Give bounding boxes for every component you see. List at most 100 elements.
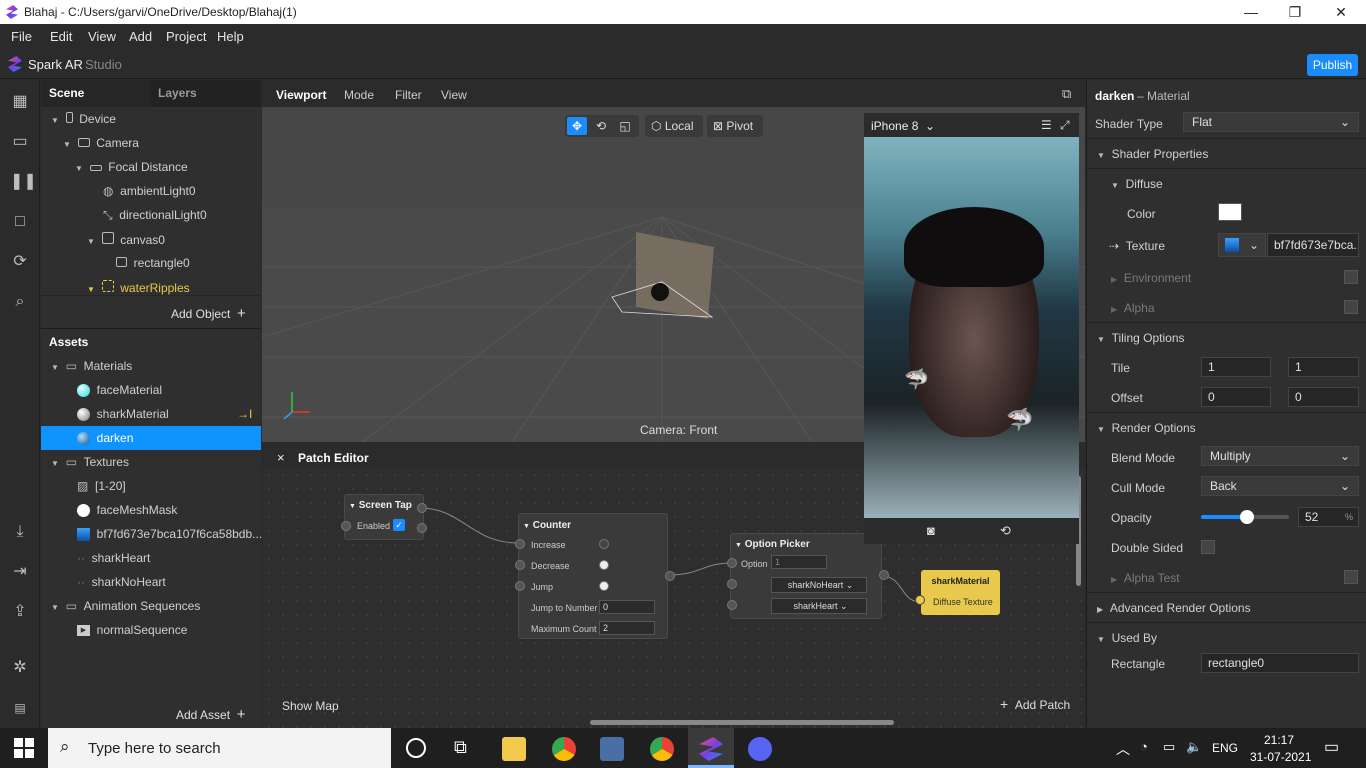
- output-port[interactable]: [417, 523, 427, 533]
- maximize-button[interactable]: ❐: [1272, 0, 1318, 24]
- option-field[interactable]: 1: [771, 555, 827, 569]
- environment-section[interactable]: ▶ Environment: [1111, 271, 1191, 285]
- chrome-icon[interactable]: [552, 737, 576, 761]
- tiling-section[interactable]: ▼ Tiling Options: [1097, 331, 1185, 345]
- alpha-section[interactable]: ▶ Alpha: [1111, 301, 1155, 315]
- opacity-field[interactable]: 52%: [1298, 507, 1359, 527]
- tree-item-water-ripples[interactable]: ▼ waterRipples: [87, 280, 190, 295]
- alpha-checkbox[interactable]: [1344, 300, 1358, 314]
- tree-item-directional-light[interactable]: ⤡ directionalLight0: [103, 208, 207, 223]
- wifi-icon[interactable]: ◔: [1140, 739, 1148, 754]
- asset-folder-textures[interactable]: ▼ ▭ Textures: [51, 455, 129, 469]
- tile-y-field[interactable]: 1: [1288, 357, 1359, 377]
- used-by-field[interactable]: rectangle0: [1201, 653, 1359, 673]
- rotate-tool-icon[interactable]: ⟲: [591, 117, 611, 135]
- local-toggle[interactable]: ⬡ Local: [645, 115, 703, 137]
- bug-icon[interactable]: ✲: [10, 658, 30, 678]
- volume-icon[interactable]: 🔈: [1186, 739, 1202, 755]
- tree-item-focal-distance[interactable]: ▼ Focal Distance: [75, 160, 188, 174]
- popout-icon[interactable]: ⧉: [1062, 86, 1071, 102]
- offset-x-field[interactable]: 0: [1201, 387, 1271, 407]
- asset-face-mesh-mask[interactable]: faceMeshMask: [77, 503, 177, 518]
- show-map-button[interactable]: Show Map: [282, 699, 339, 713]
- language-indicator[interactable]: ENG: [1212, 741, 1238, 755]
- jump-pulse[interactable]: [599, 581, 609, 591]
- asset-shark-no-heart[interactable]: ·· sharkNoHeart: [77, 575, 166, 589]
- color-swatch[interactable]: [1218, 203, 1242, 221]
- close-button[interactable]: ✕: [1318, 0, 1364, 24]
- menu-edit[interactable]: Edit: [50, 29, 72, 44]
- asset-folder-materials[interactable]: ▼ ▭ Materials: [51, 359, 132, 373]
- alpha-test-section[interactable]: ▶ Alpha Test: [1111, 571, 1180, 585]
- menu-file[interactable]: File: [11, 29, 32, 44]
- tab-viewport[interactable]: Viewport: [276, 88, 326, 102]
- tree-item-rectangle[interactable]: rectangle0: [116, 256, 190, 270]
- video-icon[interactable]: ▭: [10, 132, 30, 152]
- capture-icon[interactable]: ◙: [927, 523, 935, 538]
- tree-item-device[interactable]: ▼ Device: [51, 112, 116, 126]
- asset-normal-sequence[interactable]: ▶ normalSequence: [77, 623, 187, 637]
- advanced-render-section[interactable]: ▶ Advanced Render Options: [1097, 601, 1251, 615]
- option-0-port[interactable]: [727, 579, 737, 589]
- texture-name-field[interactable]: bf7fd673e7bca...: [1267, 233, 1359, 257]
- cull-mode-select[interactable]: Back ⌄: [1201, 476, 1359, 496]
- file-explorer-icon[interactable]: [502, 737, 526, 761]
- used-by-section[interactable]: ▼ Used By: [1097, 631, 1157, 645]
- tab-filter[interactable]: Filter: [395, 88, 422, 102]
- shader-properties-section[interactable]: ▼ Shader Properties: [1097, 147, 1208, 161]
- layout-icon[interactable]: ▦: [10, 92, 30, 112]
- asset-water-texture[interactable]: bf7fd673e7bca107f6ca58bdb...: [77, 527, 262, 542]
- discord-icon[interactable]: [748, 737, 772, 761]
- taskbar-search[interactable]: ⌕ Type here to search: [48, 728, 391, 768]
- clock-time[interactable]: 21:17: [1264, 733, 1294, 747]
- screen-tap-node[interactable]: ▼ Screen Tap Enabled ✓: [341, 494, 427, 540]
- rotate-device-icon[interactable]: ⟲: [1000, 523, 1011, 539]
- option-port[interactable]: [727, 558, 737, 568]
- opacity-slider-knob[interactable]: [1239, 510, 1254, 524]
- asset-shark-heart[interactable]: ·· sharkHeart: [77, 551, 150, 565]
- output-port[interactable]: [665, 571, 675, 581]
- jump-port[interactable]: [515, 581, 525, 591]
- asset-face-material[interactable]: faceMaterial: [77, 383, 162, 398]
- diffuse-section[interactable]: ▼ Diffuse: [1111, 177, 1163, 191]
- export-icon[interactable]: ⇥: [10, 562, 30, 582]
- double-sided-checkbox[interactable]: [1201, 540, 1215, 554]
- tile-x-field[interactable]: 1: [1201, 357, 1271, 377]
- output-port[interactable]: [417, 503, 427, 513]
- menu-help[interactable]: Help: [217, 29, 244, 44]
- asset-texture-sequence[interactable]: ▨ [1-20]: [77, 479, 126, 493]
- chrome-profile-icon[interactable]: [650, 737, 674, 761]
- asset-folder-animation[interactable]: ▼ ▭ Animation Sequences: [51, 599, 200, 613]
- move-tool-icon[interactable]: ✥: [567, 117, 587, 135]
- option-picker-node[interactable]: ▼ Option Picker Option 1 sharkNoHeart ⌄ …: [727, 533, 889, 619]
- opacity-slider[interactable]: [1201, 510, 1289, 524]
- jump-to-field[interactable]: 0: [599, 600, 655, 614]
- tab-scene[interactable]: Scene: [49, 80, 84, 107]
- tree-item-camera[interactable]: ▼ Camera: [63, 136, 139, 150]
- upload-icon[interactable]: ⇪: [10, 602, 30, 622]
- tab-layers[interactable]: Layers: [158, 80, 197, 107]
- alpha-test-checkbox[interactable]: [1344, 570, 1358, 584]
- search-icon[interactable]: ⌕: [10, 292, 30, 312]
- battery-icon[interactable]: ▭: [1163, 739, 1175, 755]
- horizontal-scrollbar[interactable]: [590, 720, 894, 725]
- expand-icon[interactable]: ⤢: [1060, 118, 1070, 133]
- offset-y-field[interactable]: 0: [1288, 387, 1359, 407]
- render-options-section[interactable]: ▼ Render Options: [1097, 421, 1196, 435]
- import-icon[interactable]: ⤓: [10, 522, 30, 542]
- task-view-icon[interactable]: ⧉: [454, 737, 467, 758]
- tray-chevron-icon[interactable]: ︿: [1116, 739, 1130, 759]
- enabled-checkbox[interactable]: ✓: [393, 519, 405, 531]
- console-icon[interactable]: ▤: [10, 698, 30, 718]
- tree-item-ambient-light[interactable]: ◍ ambientLight0: [103, 184, 196, 198]
- stop-icon[interactable]: □: [10, 212, 30, 232]
- menu-project[interactable]: Project: [166, 29, 206, 44]
- input-port[interactable]: [341, 521, 351, 531]
- shader-type-select[interactable]: Flat ⌄: [1183, 112, 1359, 132]
- decrease-port[interactable]: [515, 560, 525, 570]
- add-asset-button[interactable]: Add Asset +: [176, 706, 245, 723]
- option-0-select[interactable]: sharkNoHeart ⌄: [771, 577, 867, 593]
- decrease-pulse[interactable]: [599, 560, 609, 570]
- pause-icon[interactable]: ❚❚: [10, 172, 37, 192]
- counter-node[interactable]: ▼ Counter Increase Decrease Jump Jump to…: [515, 513, 675, 639]
